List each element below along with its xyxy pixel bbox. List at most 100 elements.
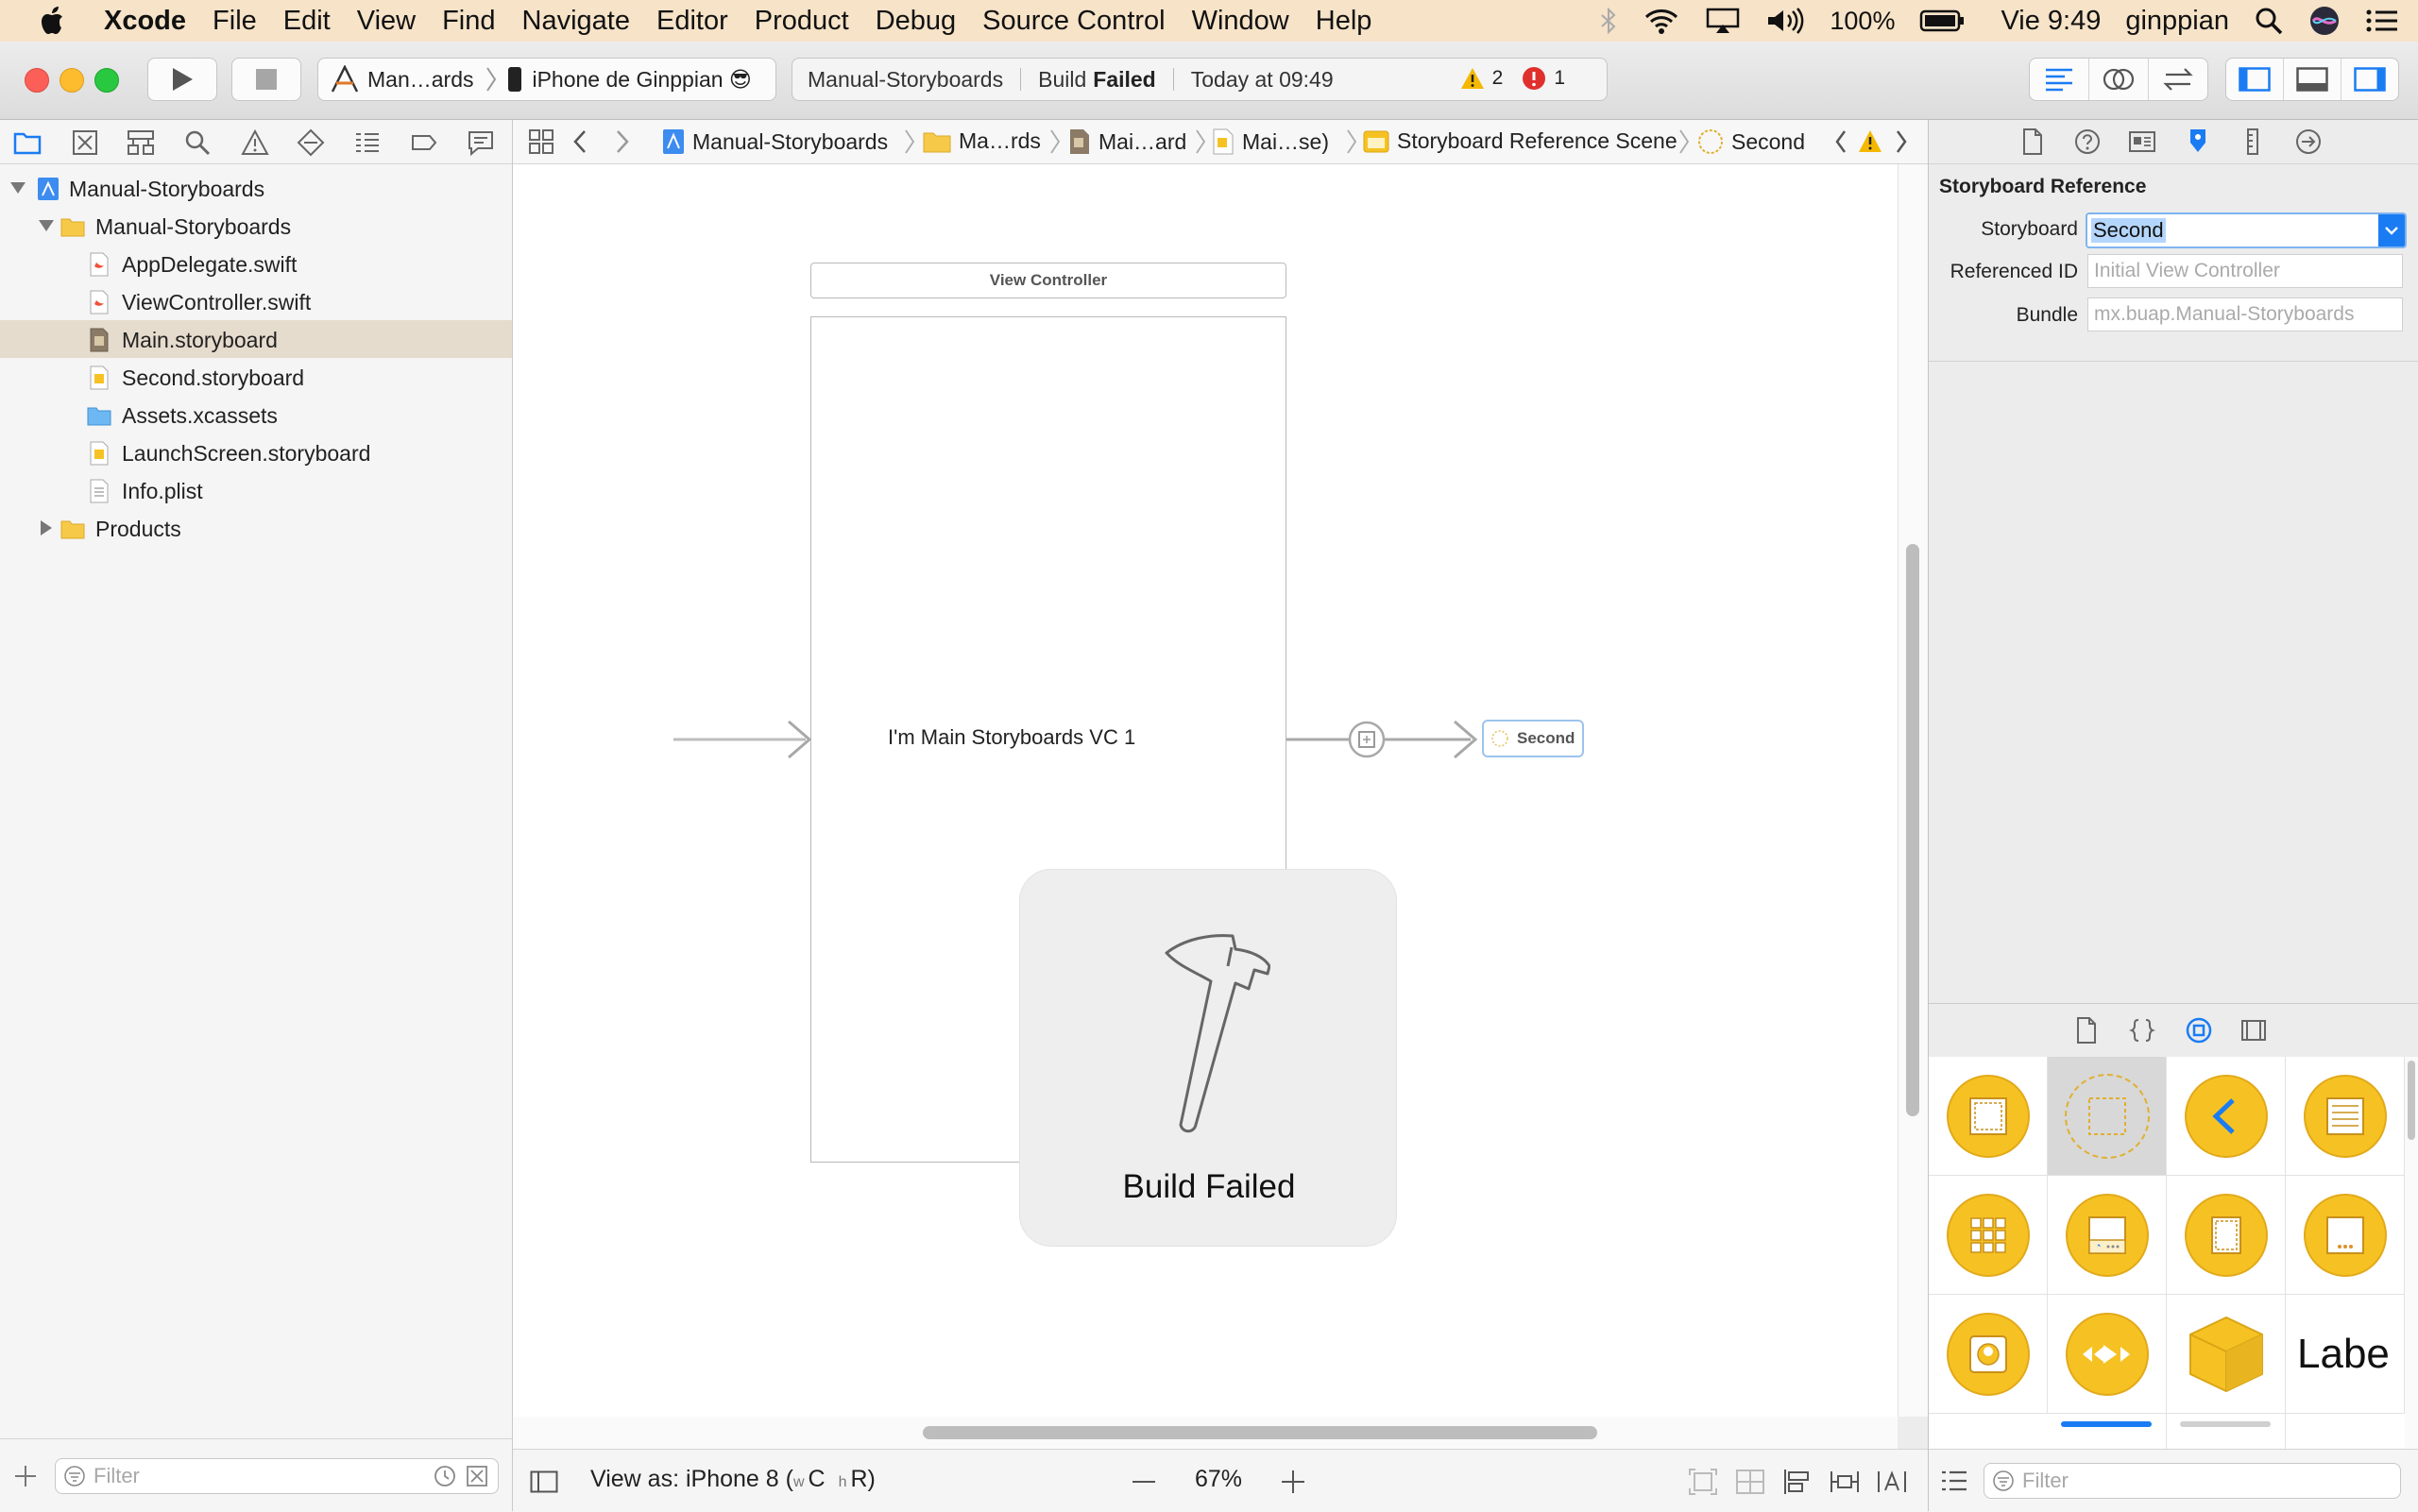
file-template-library-icon[interactable] [2074,1017,2099,1044]
volume-icon[interactable] [1765,7,1805,35]
minimize-window-button[interactable] [60,68,84,93]
device-name[interactable]: iPhone de Ginppian 😎 [532,67,751,93]
resolve-layout-issues-icon[interactable] [1877,1468,1907,1496]
scm-filter-icon[interactable] [466,1465,488,1487]
align-icon[interactable] [1782,1468,1813,1496]
menu-help[interactable]: Help [1316,6,1372,37]
menu-file[interactable]: File [213,6,257,37]
initial-view-controller-arrow[interactable] [673,716,815,763]
menu-editor[interactable]: Editor [656,6,728,37]
library-item-avkit-player[interactable] [2048,1295,2167,1414]
test-navigator-icon[interactable] [297,128,325,157]
connections-inspector-icon[interactable] [2294,127,2323,156]
zoom-out-icon[interactable] [1131,1469,1157,1495]
size-inspector-icon[interactable] [2239,127,2267,156]
tree-item-file[interactable]: Info.plist [0,471,512,509]
library-item-segmented-control[interactable] [2167,1414,2286,1449]
spotlight-search-icon[interactable] [2254,6,2284,36]
library-item-label[interactable]: Labe [2286,1295,2405,1414]
menu-debug[interactable]: Debug [876,6,956,37]
add-icon[interactable] [13,1464,38,1488]
storyboard-reference[interactable]: Second [1482,720,1584,757]
library-scroll-thumb[interactable] [2408,1061,2415,1140]
breakpoint-navigator-icon[interactable] [410,128,438,157]
horizontal-scrollbar[interactable] [513,1417,1898,1449]
device-config-button[interactable]: View as: iPhone 8 (w Ch R) [590,1466,876,1493]
storyboard-select[interactable]: Second [2086,212,2407,248]
toggle-inspector-button[interactable] [2341,59,2398,100]
tree-item-file[interactable]: AppDelegate.swift [0,245,512,282]
vertical-scrollbar[interactable] [1898,164,1929,1417]
source-control-navigator-icon[interactable] [71,128,99,157]
menu-user[interactable]: ginppian [2125,6,2229,37]
disclosure-expanded-icon[interactable] [9,181,26,195]
library-item-split-view-controller[interactable] [2167,1176,2286,1295]
library-item-page-view-controller[interactable] [2286,1176,2405,1295]
library-scrollbar[interactable] [2405,1057,2418,1449]
siri-icon[interactable] [2308,5,2341,37]
related-items-icon[interactable] [528,128,554,155]
apple-icon[interactable] [34,2,72,40]
tree-item-group[interactable]: Products [0,509,512,547]
library-item-object[interactable] [2167,1295,2286,1414]
tree-item-group[interactable]: Manual-Storyboards [0,207,512,245]
standard-editor-button[interactable] [2030,59,2089,100]
bluetooth-icon[interactable] [1599,7,1618,35]
menu-window[interactable]: Window [1192,6,1289,37]
bundle-field[interactable]: mx.buap.Manual-Storyboards [2087,297,2403,331]
zoom-level[interactable]: 67% [1195,1466,1242,1493]
breadcrumb-reference[interactable]: Second [1697,128,1805,155]
media-library-icon[interactable] [2240,1017,2267,1044]
symbol-navigator-icon[interactable] [127,128,155,157]
library-item-navigation-controller[interactable] [2167,1057,2286,1176]
scheme-selector[interactable]: Man…ards iPhone de Ginppian 😎 [317,58,776,101]
disclosure-expanded-icon[interactable] [38,219,55,232]
embed-in-stack-icon[interactable] [1735,1468,1765,1496]
library-item-tab-bar-controller[interactable] [2048,1176,2167,1295]
menu-view[interactable]: View [357,6,416,37]
view-controller-label[interactable]: I'm Main Storyboards VC 1 [888,725,1135,750]
tree-item-file[interactable]: Second.storyboard [0,358,512,396]
object-library-icon[interactable] [2186,1017,2212,1044]
stop-button[interactable] [231,58,301,101]
zoom-window-button[interactable] [94,68,119,93]
library-filter-field[interactable]: Filter [1984,1463,2401,1499]
scene-title-bar[interactable]: View Controller [810,263,1286,298]
code-snippet-library-icon[interactable] [2129,1017,2155,1044]
add-constraints-icon[interactable] [1830,1468,1860,1496]
debug-navigator-icon[interactable] [353,128,382,157]
wifi-icon[interactable] [1643,7,1680,35]
report-navigator-icon[interactable] [467,128,495,157]
close-window-button[interactable] [25,68,49,93]
issue-counts[interactable]: 2 1 [1460,66,1565,91]
forward-arrow-icon[interactable] [614,128,631,155]
menu-find[interactable]: Find [442,6,495,37]
find-navigator-icon[interactable] [183,128,212,157]
project-navigator-icon[interactable] [13,128,42,157]
segue-arrow[interactable] [1286,716,1485,763]
warning-icon[interactable] [1858,129,1882,154]
battery-icon[interactable] [1919,7,1967,35]
breadcrumb-group[interactable]: Ma…rds [923,128,1041,154]
zoom-in-icon[interactable] [1280,1469,1306,1495]
assistant-editor-button[interactable] [2089,59,2149,100]
breadcrumb-storyboard[interactable]: Mai…ard [1068,128,1186,155]
tree-item-file-selected[interactable]: Main.storyboard [0,320,512,358]
update-frames-icon[interactable] [1688,1468,1718,1496]
breadcrumb-base-localization[interactable]: Mai…se) [1212,128,1329,155]
tree-item-file[interactable]: ViewController.swift [0,282,512,320]
library-item-storyboard-reference[interactable] [2048,1057,2167,1176]
scheme-name[interactable]: Man…ards [367,67,473,93]
breadcrumb-scene[interactable]: Storyboard Reference Scene [1363,128,1677,154]
notification-center-icon[interactable] [2365,7,2399,35]
issue-navigator-icon[interactable] [241,128,269,157]
version-editor-button[interactable] [2149,59,2207,100]
toggle-navigator-button[interactable] [2226,59,2284,100]
attributes-inspector-icon[interactable] [2184,127,2212,156]
app-menu-xcode[interactable]: Xcode [104,6,186,37]
identity-inspector-icon[interactable] [2128,127,2156,156]
vertical-scroll-thumb[interactable] [1906,544,1919,1116]
quick-help-icon[interactable] [2073,127,2102,156]
storyboard-canvas[interactable]: View Controller I'm Main Storyboards VC … [513,164,1898,1417]
menu-clock[interactable]: Vie 9:49 [2001,6,2101,37]
